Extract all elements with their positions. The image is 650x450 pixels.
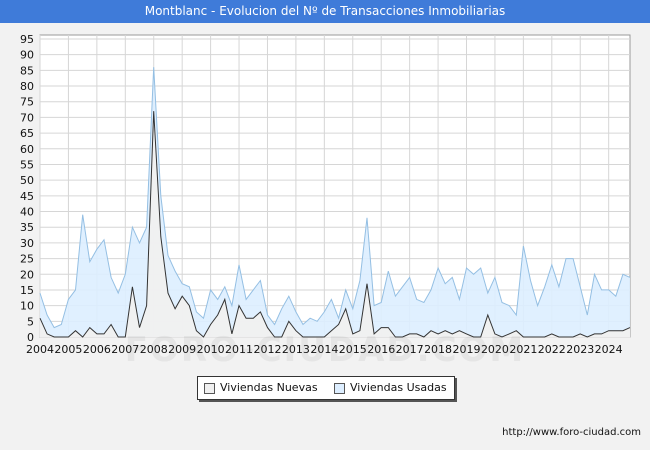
y-tick-label-50: 50 [20,174,34,187]
y-axis-tick-labels: 05101520253035404550556065707580859095 [20,33,34,344]
y-tick-label-55: 55 [20,158,34,171]
y-tick-label-45: 45 [20,190,34,203]
source-url: http://www.foro-ciudad.com [502,427,641,438]
y-tick-label-95: 95 [20,33,34,46]
y-tick-label-30: 30 [20,237,34,250]
y-tick-label-75: 75 [20,96,34,109]
legend-swatch-nuevas [204,383,215,394]
y-tick-label-10: 10 [20,300,34,313]
legend-label-usadas: Viviendas Usadas [350,381,447,394]
y-tick-label-20: 20 [20,268,34,281]
chart-title: Montblanc - Evolucion del Nº de Transacc… [0,0,650,23]
y-tick-label-70: 70 [20,111,34,124]
watermark-text: FORO-CIUDAD.COM [124,330,526,370]
y-tick-label-85: 85 [20,64,34,77]
y-tick-label-65: 65 [20,127,34,140]
legend-swatch-usadas [334,383,345,394]
transactions-chart: 05101520253035404550556065707580859095 2… [20,33,631,356]
legend-label-nuevas: Viviendas Nuevas [220,381,318,394]
y-tick-label-80: 80 [20,80,34,93]
y-tick-label-90: 90 [20,49,34,62]
chart-legend: Viviendas Nuevas Viviendas Usadas [197,376,455,400]
y-tick-label-35: 35 [20,221,34,234]
y-tick-label-5: 5 [27,315,34,328]
y-tick-label-40: 40 [20,206,34,219]
y-tick-label-25: 25 [20,253,34,266]
y-tick-label-15: 15 [20,284,34,297]
y-tick-label-60: 60 [20,143,34,156]
